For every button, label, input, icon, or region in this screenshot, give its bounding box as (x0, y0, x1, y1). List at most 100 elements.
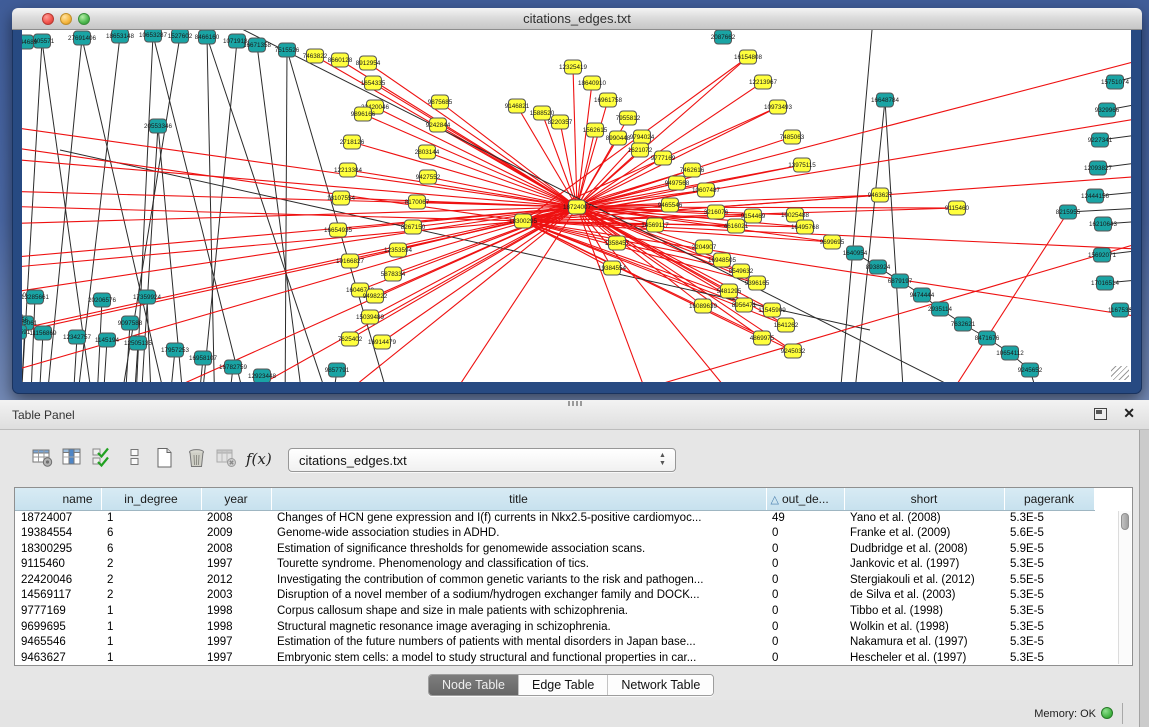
scrollbar-thumb[interactable] (1121, 513, 1129, 530)
graph-node[interactable]: 18640910 (578, 76, 607, 90)
cell-out_degree[interactable]: 0 (766, 604, 844, 620)
cell-name[interactable]: 9465546 (15, 635, 101, 651)
graph-edge[interactable] (373, 83, 577, 207)
cell-out_degree[interactable]: 0 (766, 635, 844, 651)
graph-node[interactable]: 9115460 (945, 201, 970, 215)
table-selector-dropdown[interactable]: citations_edges.txt ▲▼ (288, 448, 676, 472)
graph-edge[interactable] (207, 37, 335, 382)
graph-node[interactable]: 9245652 (1018, 363, 1043, 377)
graph-node[interactable]: 1641262 (774, 318, 799, 332)
cell-year[interactable]: 1998 (201, 604, 271, 620)
table-browser-icon[interactable] (60, 446, 86, 472)
graph-node[interactable]: 9329966 (1095, 103, 1120, 117)
graph-edge[interactable] (22, 190, 577, 207)
graph-node[interactable]: 8471676 (975, 331, 1000, 345)
graph-node[interactable]: 12444156 (1081, 189, 1110, 203)
cell-in_degree[interactable]: 1 (101, 604, 201, 620)
column-header-in_degree[interactable]: in_degree (101, 488, 201, 510)
graph-node[interactable]: 8912954 (356, 56, 381, 70)
graph-node[interactable]: 15751074 (1101, 75, 1130, 89)
table-row[interactable]: 911546021997Tourette syndrome. Phenomeno… (15, 557, 1094, 573)
table-row[interactable]: 946554611997Estimation of the future num… (15, 635, 1094, 651)
cell-in_degree[interactable]: 1 (101, 510, 201, 526)
cell-year[interactable]: 2012 (201, 573, 271, 589)
cell-in_degree[interactable]: 6 (101, 542, 201, 558)
cell-name[interactable]: 19384554 (15, 526, 101, 542)
cell-pagerank[interactable]: 5.3E-5 (1004, 510, 1094, 526)
column-header-name[interactable]: name (15, 488, 101, 510)
graph-node[interactable]: 16654935 (324, 223, 353, 237)
graph-edge[interactable] (153, 35, 250, 382)
graph-node[interactable]: 1562615 (583, 123, 608, 137)
graph-node[interactable]: 16210643 (1089, 217, 1118, 231)
graph-node[interactable]: 9146821 (505, 99, 530, 113)
function-builder-icon[interactable]: f(x) (246, 450, 272, 468)
graph-node[interactable]: 10653287 (139, 30, 168, 42)
graph-node[interactable]: 8660128 (328, 53, 353, 67)
cell-name[interactable]: 14569117 (15, 588, 101, 604)
graph-node[interactable]: 12923448 (248, 369, 277, 382)
cell-out_degree[interactable]: 0 (766, 588, 844, 604)
table-row[interactable]: 969969511998Structural magnetic resonanc… (15, 620, 1094, 636)
graph-node[interactable]: 14569117 (641, 218, 669, 232)
cell-in_degree[interactable]: 2 (101, 588, 201, 604)
graph-node[interactable]: 9857791 (325, 363, 350, 377)
cell-short[interactable]: Franke et al. (2009) (844, 526, 1004, 542)
cell-short[interactable]: de Silva et al. (2003) (844, 588, 1004, 604)
window-titlebar[interactable]: citations_edges.txt (12, 8, 1142, 30)
cell-in_degree[interactable]: 1 (101, 620, 201, 636)
graph-node[interactable]: 8990448 (606, 131, 631, 145)
cell-out_degree[interactable]: 0 (766, 557, 844, 573)
graph-node[interactable]: 1621072 (628, 143, 653, 157)
graph-node[interactable]: 13975115 (788, 158, 816, 172)
cell-year[interactable]: 1997 (201, 557, 271, 573)
table-settings-icon[interactable] (30, 446, 56, 472)
graph-edge[interactable] (22, 205, 523, 221)
graph-node[interactable]: 9154469 (741, 209, 766, 223)
table-row[interactable]: 1872400712008Changes of HCN gene express… (15, 510, 1094, 526)
graph-node[interactable]: 9777169 (651, 151, 676, 165)
graph-edge[interactable] (22, 207, 577, 225)
graph-node[interactable]: 16648784 (871, 93, 900, 107)
cell-title[interactable]: Tourette syndrome. Phenomenology and cla… (271, 557, 766, 573)
cell-title[interactable]: Genome-wide association studies in ADHD. (271, 526, 766, 542)
graph-node[interactable]: 12342757 (63, 330, 92, 344)
cell-in_degree[interactable]: 2 (101, 557, 201, 573)
network-svg[interactable]: 1872400718300295224200469896166271812612… (22, 30, 1131, 382)
cell-year[interactable]: 2008 (201, 510, 271, 526)
column-header-pagerank[interactable]: pagerank (1004, 488, 1094, 510)
table-row[interactable]: 977716911998Corpus callosum shape and si… (15, 604, 1094, 620)
graph-node[interactable]: 9875685 (428, 95, 453, 109)
graph-node[interactable]: 8220357 (548, 115, 573, 129)
cell-pagerank[interactable]: 5.9E-5 (1004, 542, 1094, 558)
graph-node[interactable]: 9396165 (745, 276, 770, 290)
table-scrollbar[interactable] (1118, 511, 1131, 664)
graph-node[interactable]: 16782759 (219, 360, 248, 374)
cell-pagerank[interactable]: 5.3E-5 (1004, 651, 1094, 667)
cell-year[interactable]: 1998 (201, 620, 271, 636)
new-document-icon[interactable] (152, 446, 178, 472)
graph-node[interactable]: 5481295 (717, 284, 742, 298)
cell-out_degree[interactable]: 0 (766, 542, 844, 558)
graph-node[interactable]: 1527602 (168, 30, 193, 43)
graph-edge[interactable] (852, 100, 885, 382)
graph-node[interactable]: 8938924 (866, 260, 891, 274)
cell-out_degree[interactable]: 0 (766, 651, 844, 667)
graph-node[interactable]: 17016514 (1091, 276, 1120, 290)
deselect-icon[interactable] (122, 446, 148, 472)
graph-node[interactable]: 1167533 (1108, 303, 1131, 317)
cell-name[interactable]: 9463627 (15, 651, 101, 667)
cell-pagerank[interactable]: 5.5E-5 (1004, 573, 1094, 589)
graph-node[interactable]: 12093827 (1084, 161, 1113, 175)
table-row[interactable]: 946362711997Embryonic stem cells: a mode… (15, 651, 1094, 667)
cell-short[interactable]: Tibbo et al. (1998) (844, 604, 1004, 620)
tab-edge-table[interactable]: Edge Table (519, 675, 608, 695)
cell-out_degree[interactable]: 0 (766, 620, 844, 636)
graph-node[interactable]: 16089639 (689, 299, 718, 313)
cell-title[interactable]: Investigating the contribution of common… (271, 573, 766, 589)
graph-node[interactable]: 2935114 (928, 302, 953, 316)
graph-node[interactable]: 9498222 (363, 289, 388, 303)
graph-edge[interactable] (573, 67, 577, 207)
graph-node[interactable]: 16914479 (368, 335, 397, 349)
cell-short[interactable]: Nakamura et al. (1997) (844, 635, 1004, 651)
